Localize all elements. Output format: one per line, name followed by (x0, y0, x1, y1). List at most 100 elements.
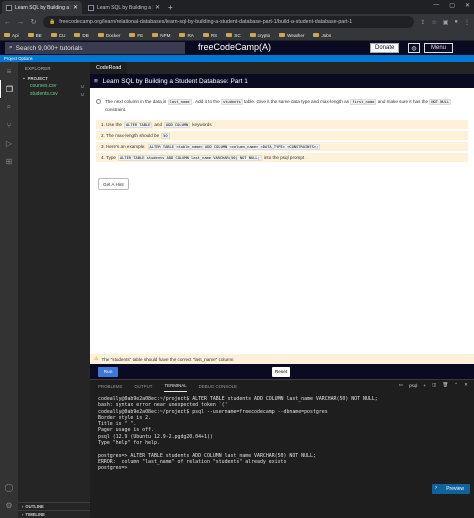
bookmark-rs[interactable]: RS (202, 32, 218, 38)
tab-output[interactable]: OUTPUT (134, 380, 152, 392)
browser-tab-label: Learn SQL by Building a Student… (97, 4, 153, 11)
project-folder[interactable]: ⌄ PROJECT (18, 74, 90, 82)
file-item[interactable]: courses.csv U (18, 82, 90, 90)
browser-tab-1[interactable]: Learn SQL by Building a Student Datab… ✕ (2, 1, 82, 14)
timeline-section[interactable]: › TIMELINE (18, 510, 90, 518)
folder-icon (313, 33, 320, 37)
extensions-icon[interactable]: ▣ (443, 19, 449, 26)
project-options-bar[interactable]: Project Options (0, 55, 474, 62)
folder-icon (50, 33, 57, 37)
menu-button[interactable]: Menu (424, 43, 454, 53)
share-icon[interactable]: ⇪ (420, 19, 425, 26)
explorer-icon[interactable]: ❐ (0, 80, 18, 98)
account-icon[interactable]: ◯ (0, 478, 18, 496)
bookmark-docker[interactable]: Docker (97, 32, 121, 38)
trash-icon[interactable]: 🗑 (442, 382, 448, 388)
instruction-text: The next column in the data is last_name… (105, 98, 471, 113)
hamburger-icon[interactable]: ≡ (0, 62, 18, 80)
explorer-title: EXPLORER (25, 65, 51, 71)
bookmark-label: SC (234, 32, 241, 38)
folder-icon (97, 33, 104, 37)
split-icon[interactable]: ◫ (432, 382, 436, 388)
hamburger-icon[interactable]: ≡ (94, 78, 98, 85)
maximize-icon[interactable]: ▢ (449, 2, 455, 9)
panel-actions: ▭ psql + ◫ 🗑 ⌃ ✕ (399, 382, 468, 388)
bookmark-fe[interactable]: FE (129, 33, 143, 38)
url-input[interactable]: 🔒 freecodecamp.org/learn/relational-data… (43, 16, 415, 28)
step-text: 3. Here's an example: (101, 144, 146, 149)
chevron-up-icon[interactable]: ⌃ (454, 382, 458, 388)
bookmark-label: Jobs (321, 32, 332, 38)
globe-icon[interactable]: ◍ (408, 43, 420, 53)
new-tab-icon[interactable]: + (168, 3, 173, 12)
tab-problems[interactable]: PROBLEMS (98, 380, 122, 392)
bookmark-sc[interactable]: SC (226, 32, 241, 38)
folder-icon (279, 33, 286, 37)
close-window-icon[interactable]: ✕ (465, 2, 470, 9)
browser-tab-2[interactable]: Learn SQL by Building a Student… ✕ (84, 1, 164, 14)
inline-code: 50 (161, 132, 170, 139)
outline-label: OUTLINE (25, 504, 44, 509)
preview-button[interactable]: › Preview (432, 484, 470, 494)
reload-icon[interactable]: ↻ (30, 18, 37, 26)
bookmark-label: Api (12, 32, 19, 38)
folder-icon (74, 33, 81, 37)
source-control-icon[interactable]: ⑂ (0, 116, 18, 134)
hint-step-2: 2. The max-length should be 50 (96, 131, 468, 140)
close-icon[interactable]: ✕ (464, 382, 468, 388)
tab-debug-console[interactable]: DEBUG CONSOLE (199, 380, 237, 392)
forward-icon[interactable]: → (17, 19, 24, 26)
bookmark-label: Weather (287, 32, 305, 38)
run-button[interactable]: Run (98, 367, 118, 377)
bookmarks-bar: Api BE CU DB Docker FE NPM RA RS SC crypto Weather J… (0, 30, 474, 41)
bookmark-cu[interactable]: CU (50, 33, 65, 38)
back-icon[interactable]: ← (4, 19, 11, 26)
extensions-icon[interactable]: ⊞ (0, 152, 18, 170)
close-icon[interactable]: ✕ (73, 4, 78, 11)
close-icon[interactable]: ✕ (155, 4, 160, 11)
search-input[interactable]: ⌕ Search 9,000+ tutorials (5, 42, 185, 54)
tutorial-actions: Run Reset (90, 364, 474, 379)
bookmark-label: crypto (257, 32, 271, 38)
bookmark-api[interactable]: Api (4, 33, 19, 38)
bookmark-npm[interactable]: NPM (152, 33, 170, 38)
profile-icon[interactable]: ● (454, 19, 458, 25)
hint-step-1: 1. Use the ALTER TABLE and ADD COLUMN keywor… (96, 120, 468, 129)
file-item[interactable]: students.csv U (18, 90, 90, 98)
bookmark-weather[interactable]: Weather (279, 33, 304, 38)
bookmark-label: RS (210, 32, 218, 38)
bookmark-db[interactable]: DB (74, 33, 89, 38)
tutorial-panel: ≡ Learn SQL by Building a Student Databa… (90, 74, 474, 379)
editor-tab-strip: CodeRoad (90, 62, 474, 74)
tab-coderoad[interactable]: CodeRoad (90, 62, 128, 74)
test-message: The "students" table should have the cor… (101, 356, 234, 362)
text: The next column in the data is (105, 99, 167, 104)
bookmark-label: Docker (105, 32, 121, 38)
tab-terminal[interactable]: TERMINAL (164, 380, 187, 392)
fcc-logo[interactable]: freeCodeCamp(A) (198, 42, 271, 52)
bookmark-be[interactable]: BE (27, 33, 42, 38)
run-debug-icon[interactable]: ▷ (0, 134, 18, 152)
fcc-navbar: ⌕ Search 9,000+ tutorials freeCodeCamp(A… (0, 41, 474, 55)
timeline-label: TIMELINE (25, 512, 45, 517)
reset-button[interactable]: Reset (272, 367, 290, 377)
search-placeholder: Search 9,000+ tutorials (15, 44, 83, 52)
star-icon[interactable]: ☆ (431, 19, 436, 26)
search-icon[interactable]: ⌕ (0, 98, 18, 116)
add-terminal-icon[interactable]: + (423, 383, 426, 388)
get-hint-button[interactable]: Get A Hint (98, 178, 129, 190)
bookmark-jobs[interactable]: Jobs (313, 33, 331, 38)
minimize-icon[interactable]: — (433, 2, 439, 9)
hint-step-4: 4. Type ALTER TABLE students ADD COLUMN l… (96, 153, 468, 162)
kebab-menu-icon[interactable]: ⋮ (464, 19, 470, 26)
donate-button[interactable]: Donate (370, 43, 400, 53)
chevron-right-icon: › (435, 485, 437, 491)
text: . Add it to the (192, 99, 220, 104)
bookmark-label: RA (187, 32, 194, 38)
terminal-output[interactable]: codeally@0ab9e2a08ec:~/project$ ALTER TA… (98, 396, 470, 472)
terminal-name[interactable]: psql (409, 383, 417, 388)
bookmark-crypto[interactable]: crypto (249, 32, 271, 38)
outline-section[interactable]: › OUTLINE (18, 502, 90, 510)
bookmark-ra[interactable]: RA (179, 32, 194, 38)
gear-icon[interactable]: ⚙ (0, 496, 18, 514)
